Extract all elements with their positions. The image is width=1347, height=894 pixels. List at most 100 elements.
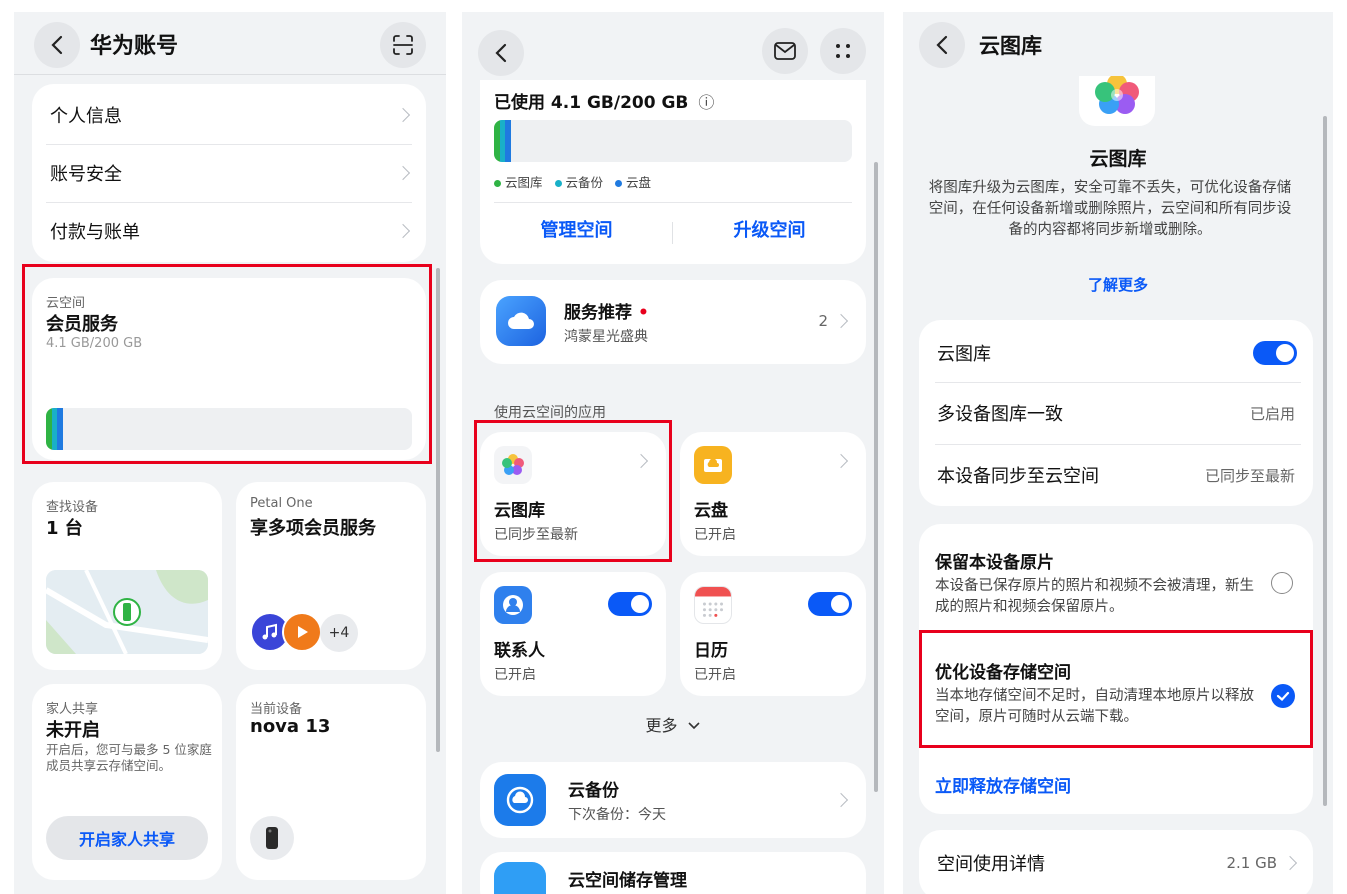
optimize-checked-icon[interactable] <box>1271 684 1295 708</box>
cloud-space-panel: 已使用 4.1 GB/200 GB ⓘ 云图库 云备份 云盘 管理空间 升级空间… <box>462 12 884 894</box>
more-dots-icon <box>836 44 850 58</box>
storage-bar <box>494 120 852 162</box>
scrollbar[interactable] <box>874 162 878 792</box>
phone-icon <box>250 816 294 860</box>
storage-options-card: 保留本设备原片 本设备已保存原片的照片和视频不会被清理，新生成的照片和视频会保留… <box>919 524 1313 814</box>
cloud-gallery-toggle[interactable] <box>1253 341 1297 365</box>
service-title: 服务推荐 • <box>564 298 649 323</box>
menu-personal-info[interactable]: 个人信息 <box>32 86 426 144</box>
scan-button[interactable] <box>380 22 426 68</box>
petal-value: 享多项会员服务 <box>250 518 376 539</box>
setting-label: 本设备同步至云空间 <box>937 466 1099 487</box>
upgrade-space-button[interactable]: 升级空间 <box>673 216 866 242</box>
cloud-gallery-panel: 云图库 云图库 将图库升级为云图库，安全可靠不丢失，可优化设备存储空间，在任何设… <box>903 12 1333 894</box>
backup-title: 云备份 <box>568 781 619 801</box>
cloud-space-card[interactable]: 云空间 会员服务 4.1 GB/200 GB <box>32 278 426 460</box>
service-title-text: 服务推荐 <box>564 303 632 323</box>
learn-more-link[interactable]: 了解更多 <box>903 274 1333 295</box>
menu-label: 个人信息 <box>50 106 122 127</box>
more-apps-button[interactable]: 更多 <box>462 712 884 736</box>
setting-label: 多设备图库一致 <box>937 404 1063 425</box>
menu-account-security[interactable]: 账号安全 <box>32 144 426 202</box>
setting-sync-status[interactable]: 本设备同步至云空间 已同步至最新 <box>919 444 1313 506</box>
back-button[interactable] <box>34 22 80 68</box>
petal-caption: Petal One <box>250 496 313 511</box>
contacts-app-icon <box>494 586 532 624</box>
scrollbar[interactable] <box>436 268 440 752</box>
space-detail-value: 2.1 GB <box>1226 854 1277 872</box>
setting-multi-device[interactable]: 多设备图库一致 已启用 <box>919 382 1313 444</box>
setting-label: 云图库 <box>937 344 991 365</box>
chevron-right-icon <box>395 107 411 123</box>
app-card-drive[interactable]: 云盘 已开启 <box>680 432 866 556</box>
messages-button[interactable] <box>762 28 808 74</box>
menu-label: 账号安全 <box>50 164 122 185</box>
chevron-right-icon <box>833 313 849 329</box>
space-detail-row[interactable]: 空间使用详情 2.1 GB <box>919 834 1313 892</box>
space-detail-card[interactable]: 空间使用详情 2.1 GB <box>919 830 1313 894</box>
find-device-value: 1 台 <box>46 518 83 539</box>
more-menu-button[interactable] <box>820 28 866 74</box>
chevron-right-icon <box>633 453 649 469</box>
family-desc: 开启后，您可与最多 5 位家庭成员共享云存储空间。 <box>46 742 212 773</box>
back-button[interactable] <box>478 30 524 76</box>
family-value: 未开启 <box>46 720 100 741</box>
find-device-card[interactable]: 查找设备 1 台 <box>32 482 222 670</box>
more-apps-count: +4 <box>320 614 358 652</box>
drive-segment <box>505 120 511 162</box>
gallery-app-icon <box>494 446 532 484</box>
partial-card[interactable]: 云空间储存管理 <box>480 852 866 894</box>
calendar-app-icon <box>694 586 732 624</box>
current-device-value: nova 13 <box>250 716 331 737</box>
app-card-gallery[interactable]: 云图库 已同步至最新 <box>480 432 666 556</box>
calendar-toggle[interactable] <box>808 592 852 616</box>
storage-card: 已使用 4.1 GB/200 GB ⓘ 云图库 云备份 云盘 管理空间 升级空间 <box>480 80 866 264</box>
app-status: 已开启 <box>694 527 736 543</box>
backup-app-icon <box>494 774 546 826</box>
optimize-desc: 当本地存储空间不足时，自动清理本地原片以释放空间，原片可随时从云端下载。 <box>935 688 1254 725</box>
info-icon[interactable]: ⓘ <box>698 93 714 112</box>
app-status: 已开启 <box>494 667 536 683</box>
app-status: 已开启 <box>694 667 736 683</box>
storage-bar <box>46 408 412 450</box>
drive-app-icon <box>694 446 732 484</box>
partial-app-icon <box>494 862 546 894</box>
chevron-down-icon <box>687 722 700 730</box>
red-dot-badge: • <box>638 303 649 323</box>
chevron-right-icon <box>395 223 411 239</box>
legend-drive: 云盘 <box>615 175 651 190</box>
menu-label: 付款与账单 <box>50 222 140 243</box>
page-title: 云图库 <box>979 34 1042 58</box>
drive-segment <box>57 408 63 450</box>
back-button[interactable] <box>919 22 965 68</box>
keep-original-radio[interactable] <box>1271 572 1293 594</box>
service-recommend-card[interactable]: 服务推荐 • 鸿蒙星光盛典 2 <box>480 280 866 364</box>
scan-icon <box>393 35 413 55</box>
app-name: 云图库 <box>494 501 545 521</box>
account-panel: 华为账号 个人信息 账号安全 付款与账单 云空间 会员服务 4.1 GB/200… <box>14 12 446 894</box>
contacts-toggle[interactable] <box>608 592 652 616</box>
enable-family-sharing-button[interactable]: 开启家人共享 <box>46 816 208 860</box>
keep-original-desc: 本设备已保存原片的照片和视频不会被清理，新生成的照片和视频会保留原片。 <box>935 578 1254 615</box>
service-count: 2 <box>818 312 849 330</box>
apps-section-title: 使用云空间的应用 <box>494 405 606 421</box>
manage-space-button[interactable]: 管理空间 <box>480 216 673 242</box>
chevron-right-icon <box>395 165 411 181</box>
partial-title: 云空间储存管理 <box>568 871 687 891</box>
back-arrow-icon <box>51 35 63 55</box>
usage-title: 已使用 4.1 GB/200 GB ⓘ <box>494 88 714 113</box>
current-device-card[interactable]: 当前设备 nova 13 <box>236 684 426 880</box>
free-storage-button[interactable]: 立即释放存储空间 <box>935 772 1071 797</box>
hero-desc: 将图库升级为云图库，安全可靠不丢失，可优化设备存储空间，在任何设备新增或删除照片… <box>928 180 1292 238</box>
family-caption: 家人共享 <box>46 702 99 717</box>
cloud-backup-card[interactable]: 云备份 下次备份：今天 <box>480 762 866 838</box>
hero-title: 云图库 <box>1089 148 1147 170</box>
app-card-calendar[interactable]: 日历 已开启 <box>680 572 866 696</box>
petal-one-card[interactable]: Petal One 享多项会员服务 +4 <box>236 482 426 670</box>
scrollbar[interactable] <box>1323 116 1327 806</box>
map-image <box>46 570 208 654</box>
app-card-contacts[interactable]: 联系人 已开启 <box>480 572 666 696</box>
video-app-icon <box>282 612 322 652</box>
menu-payment-billing[interactable]: 付款与账单 <box>32 202 426 260</box>
back-arrow-icon <box>495 43 507 63</box>
